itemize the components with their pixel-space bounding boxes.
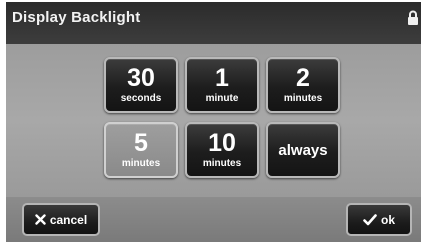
page-title: Display Backlight (12, 9, 141, 26)
option-unit: minutes (202, 157, 242, 169)
ok-label: ok (380, 212, 395, 227)
ok-button[interactable]: ok (346, 203, 412, 236)
option-always[interactable]: always (266, 122, 340, 178)
option-unit: minute (205, 92, 239, 104)
option-30-seconds[interactable]: 30 seconds (104, 57, 178, 113)
option-10-minutes[interactable]: 10 minutes (185, 122, 259, 178)
option-value: always (278, 141, 328, 159)
option-1-minute[interactable]: 1 minute (185, 57, 259, 113)
cancel-button[interactable]: cancel (22, 203, 100, 236)
option-unit: minutes (283, 92, 323, 104)
option-value: 5 (134, 128, 148, 157)
option-value: 10 (208, 128, 236, 157)
option-2-minutes[interactable]: 2 minutes (266, 57, 340, 113)
option-value: 30 (127, 63, 155, 92)
option-unit: minutes (121, 157, 161, 169)
check-icon (363, 213, 377, 226)
options-panel: 30 seconds 1 minute 2 minutes 5 minutes … (6, 44, 421, 197)
option-value: 1 (215, 63, 229, 92)
lock-icon (407, 10, 419, 26)
option-unit: seconds (120, 92, 162, 104)
backlight-options-grid: 30 seconds 1 minute 2 minutes 5 minutes … (104, 57, 340, 178)
cancel-label: cancel (49, 212, 88, 227)
x-icon (35, 214, 46, 225)
display-backlight-screen: Display Backlight 30 seconds 1 minute 2 … (6, 2, 421, 242)
option-value: 2 (296, 63, 310, 92)
bottom-bar: cancel ok (6, 197, 421, 242)
option-5-minutes[interactable]: 5 minutes (104, 122, 178, 178)
title-bar: Display Backlight (6, 2, 421, 44)
